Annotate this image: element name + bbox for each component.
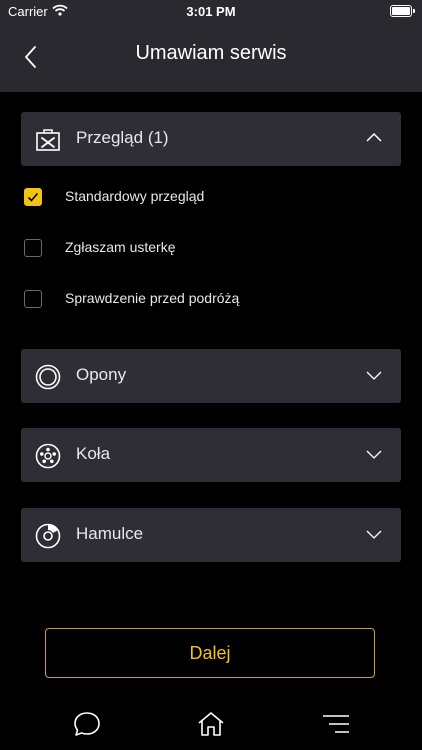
section-label: Przegląd (1) [76, 128, 169, 147]
section-label: Koła [76, 444, 111, 463]
option-label: Zgłaszam usterkę [65, 239, 176, 255]
section-label: Opony [76, 365, 127, 384]
status-time: 3:01 PM [186, 4, 236, 19]
chevron-up-icon [365, 129, 383, 147]
home-icon [198, 712, 224, 736]
checkbox-checked[interactable] [24, 188, 42, 206]
option-label: Standardowy przegląd [65, 188, 205, 204]
option-standardowy-przeglad[interactable]: Standardowy przegląd [22, 185, 382, 209]
checkmark-icon [27, 192, 39, 202]
toolbox-icon [35, 127, 61, 153]
section-hamulce[interactable]: Hamulce [21, 508, 401, 562]
battery-icon [390, 5, 415, 17]
checkbox-unchecked[interactable] [24, 239, 42, 257]
checkbox-unchecked[interactable] [24, 290, 42, 308]
section-przeglad[interactable]: Przegląd (1) [21, 112, 401, 166]
status-bar: Carrier 3:01 PM [0, 0, 422, 22]
wheel-icon [35, 443, 61, 469]
page-title: Umawiam serwis [135, 42, 287, 64]
brake-disc-icon [35, 523, 61, 549]
section-label: Hamulce [76, 524, 144, 543]
navigation-bar: Umawiam serwis [0, 22, 422, 92]
tire-icon [35, 364, 61, 390]
next-button[interactable]: Dalej [45, 628, 375, 678]
option-label: Sprawdzenie przed podróżą [65, 290, 240, 306]
chevron-down-icon [365, 445, 383, 463]
option-sprawdzenie-przed-podroza[interactable]: Sprawdzenie przed podróżą [22, 287, 382, 311]
section-kola[interactable]: Koła [21, 428, 401, 482]
chevron-down-icon [365, 525, 383, 543]
tab-chat[interactable] [72, 709, 102, 739]
chat-icon [74, 712, 100, 736]
menu-icon [323, 715, 349, 733]
chevron-down-icon [365, 366, 383, 384]
tab-home[interactable] [196, 709, 226, 739]
section-opony[interactable]: Opony [21, 349, 401, 403]
tab-menu[interactable] [321, 709, 351, 739]
option-zglaszam-usterke[interactable]: Zgłaszam usterkę [22, 236, 382, 260]
